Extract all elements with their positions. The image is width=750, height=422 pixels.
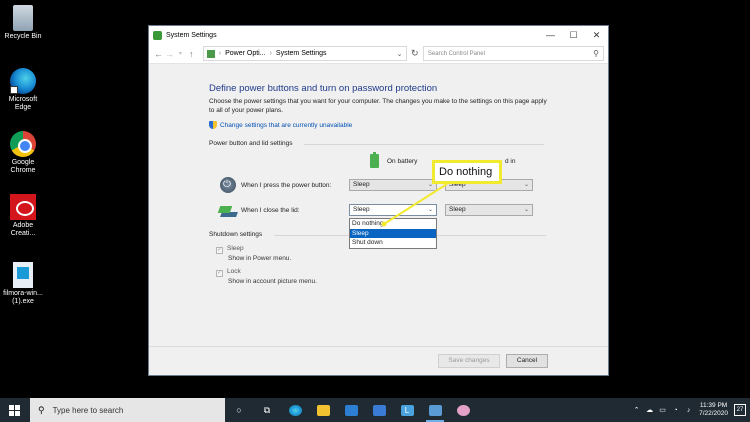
breadcrumb-item[interactable]: Power Opti... <box>225 50 265 57</box>
row-label-close-lid: When I close the lid: <box>241 207 300 214</box>
search-icon: ⚲ <box>593 49 599 58</box>
change-settings-link[interactable]: Change settings that are currently unava… <box>209 121 352 129</box>
cancel-button[interactable]: Cancel <box>506 354 548 368</box>
network-icon[interactable]: ◔ <box>669 407 682 414</box>
filmora-installer-icon <box>13 262 33 288</box>
store-icon[interactable] <box>337 398 365 422</box>
section-label-shutdown: Shutdown settings <box>209 231 263 238</box>
chevron-down-icon[interactable]: ⌄ <box>397 50 403 58</box>
option-shut-down[interactable]: Shut down <box>350 238 436 248</box>
onedrive-icon[interactable]: ☁ <box>643 406 656 414</box>
system-settings-window: System Settings — ☐ ✕ ← → ▾ ↑ › Power Op… <box>149 26 608 375</box>
desktop-icon-recycle-bin[interactable]: Recycle Bin <box>0 5 46 41</box>
option-sleep[interactable]: Sleep <box>350 228 436 238</box>
sleep-checkbox-row: ✓ Sleep <box>216 245 244 254</box>
cortana-icon[interactable]: ○ <box>225 398 253 422</box>
minimize-button[interactable]: — <box>539 26 562 44</box>
up-arrow-icon[interactable]: ↑ <box>186 49 197 59</box>
system-tray: ⌃ ☁ ▭ ◔ ♪ 11:39 PM 7/22/2020 27 <box>630 402 750 418</box>
window-title: System Settings <box>166 31 217 39</box>
recent-locations-chevron-icon[interactable]: ▾ <box>175 50 186 57</box>
desktop-icon-adobe[interactable]: Adobe Creati... <box>0 194 46 238</box>
search-icon: ⚲ <box>38 404 45 415</box>
volume-icon[interactable]: ♪ <box>682 407 695 414</box>
callout-do-nothing: Do nothing <box>432 160 502 184</box>
address-bar: ← → ▾ ↑ › Power Opti... › System Setting… <box>149 44 608 64</box>
clock-time: 11:39 PM <box>699 402 728 409</box>
breadcrumb[interactable]: › Power Opti... › System Settings ⌄ <box>202 46 407 61</box>
option-do-nothing[interactable]: Do nothing <box>350 219 436 229</box>
chevron-down-icon: ⌄ <box>427 207 433 213</box>
recycle-bin-icon <box>13 5 33 31</box>
close-lid-plugged-select[interactable]: Sleep ⌄ <box>445 204 533 216</box>
maximize-button[interactable]: ☐ <box>562 26 585 44</box>
edge-taskbar-icon[interactable] <box>281 398 309 422</box>
control-panel-icon <box>153 30 162 40</box>
checkbox-label: Sleep <box>227 245 244 252</box>
desktop-icon-label: Microsoft Edge <box>8 96 38 111</box>
control-panel-icon <box>206 49 215 58</box>
battery-tray-icon[interactable]: ▭ <box>656 406 669 414</box>
desktop-icon-label: Recycle Bin <box>4 33 42 40</box>
close-button[interactable]: ✕ <box>585 26 608 44</box>
taskbar-search-input[interactable]: ⚲ Type here to search <box>30 398 225 422</box>
checkbox-description: Show in account picture menu. <box>228 278 317 285</box>
checkbox-description: Show in Power menu. <box>228 255 292 262</box>
clock[interactable]: 11:39 PM 7/22/2020 <box>699 402 728 418</box>
column-header-plugged-in: d in <box>505 158 516 165</box>
breadcrumb-item[interactable]: System Settings <box>276 50 327 57</box>
column-header-on-battery: On battery <box>387 158 418 165</box>
chevron-down-icon: ⌄ <box>523 207 529 213</box>
close-lid-options-list: Do nothing Sleep Shut down <box>349 218 437 249</box>
lock-checkbox-row: ✓ Lock <box>216 268 241 277</box>
title-bar[interactable]: System Settings — ☐ ✕ <box>149 26 608 44</box>
uac-shield-icon <box>209 121 217 129</box>
notification-center-icon[interactable]: 27 <box>734 404 746 416</box>
battery-icon <box>370 152 379 168</box>
desktop-icon-label: Google Chrome <box>10 159 36 174</box>
file-explorer-icon[interactable] <box>309 398 337 422</box>
forward-arrow-icon[interactable]: → <box>164 49 175 59</box>
desktop-icon-chrome[interactable]: Google Chrome <box>0 131 46 175</box>
chevron-down-icon: ⌄ <box>523 182 529 188</box>
control-panel-taskbar-icon[interactable] <box>421 398 449 422</box>
page-description: Choose the power settings that you want … <box>209 98 547 114</box>
start-button[interactable] <box>0 398 28 422</box>
power-button-battery-select[interactable]: Sleep ⌄ <box>349 179 437 191</box>
task-view-icon[interactable]: ⧉ <box>253 398 281 422</box>
row-label-power-button: When I press the power button: <box>241 182 332 189</box>
mail-icon[interactable] <box>365 398 393 422</box>
clock-date: 7/22/2020 <box>699 410 728 417</box>
desktop-icon-edge[interactable]: Microsoft Edge <box>0 68 46 112</box>
power-button-icon <box>220 177 236 193</box>
adobe-creative-cloud-icon <box>10 194 36 220</box>
laptop-lid-icon <box>217 206 238 218</box>
desktop-icon-label: Adobe Creati... <box>10 222 36 237</box>
lifewire-app-icon[interactable]: L <box>393 398 421 422</box>
page-title: Define power buttons and turn on passwor… <box>209 83 438 94</box>
desktop-icon-filmora[interactable]: filmora-win... (1).exe <box>0 262 46 306</box>
search-input[interactable]: Search Control Panel ⚲ <box>422 46 604 61</box>
close-lid-battery-select[interactable]: Sleep ⌄ <box>349 204 437 216</box>
chrome-icon <box>10 131 36 157</box>
lock-checkbox[interactable]: ✓ <box>216 270 223 277</box>
taskbar: ⚲ Type here to search ○ ⧉ L ⌃ ☁ ▭ ◔ ♪ 11… <box>0 398 750 422</box>
paint-icon[interactable] <box>449 398 477 422</box>
section-label-power: Power button and lid settings <box>209 140 293 147</box>
desktop-icon-label: filmora-win... (1).exe <box>3 290 43 305</box>
back-arrow-icon[interactable]: ← <box>153 49 164 59</box>
edge-icon <box>10 68 36 94</box>
chevron-up-icon[interactable]: ⌃ <box>630 406 643 414</box>
refresh-icon[interactable]: ↻ <box>407 48 423 59</box>
save-changes-button[interactable]: Save changes <box>438 354 500 368</box>
checkbox-label: Lock <box>227 268 241 275</box>
sleep-checkbox[interactable]: ✓ <box>216 247 223 254</box>
